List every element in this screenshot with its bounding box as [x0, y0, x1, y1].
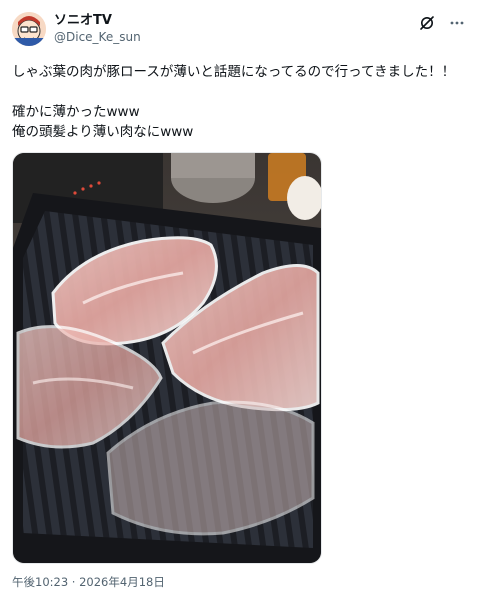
- tweet-timestamp[interactable]: 午後10:23 · 2026年4月18日: [12, 574, 466, 590]
- photo-sliced-pork-on-grill: [13, 153, 321, 563]
- tweet-text: しゃぶ葉の肉が豚ロースが薄いと話題になってるので行ってきました！！ 確かに薄かっ…: [12, 62, 466, 142]
- user-handle[interactable]: @Dice_Ke_sun: [54, 29, 141, 45]
- display-name[interactable]: ソニオTV: [54, 13, 141, 29]
- tweet-line-2: 確かに薄かったwww: [12, 104, 140, 120]
- avatar[interactable]: [12, 12, 46, 46]
- tweet-card: ソニオTV @Dice_Ke_sun しゃぶ葉の肉が豚ロースが薄いと話題になって…: [0, 0, 480, 601]
- user-info: ソニオTV @Dice_Ke_sun: [54, 12, 141, 45]
- avatar-icon: [12, 12, 46, 46]
- grok-icon[interactable]: [418, 14, 436, 32]
- tweet-header: ソニオTV @Dice_Ke_sun: [12, 12, 466, 48]
- tweet-photo[interactable]: [12, 152, 322, 564]
- more-dots-icon[interactable]: [448, 14, 466, 32]
- tweet-line-3: 俺の頭髪より薄い肉なにwww: [12, 124, 194, 140]
- header-actions: [418, 12, 466, 32]
- tweet-line-1: しゃぶ葉の肉が豚ロースが薄いと話題になってるので行ってきました！！: [12, 64, 456, 80]
